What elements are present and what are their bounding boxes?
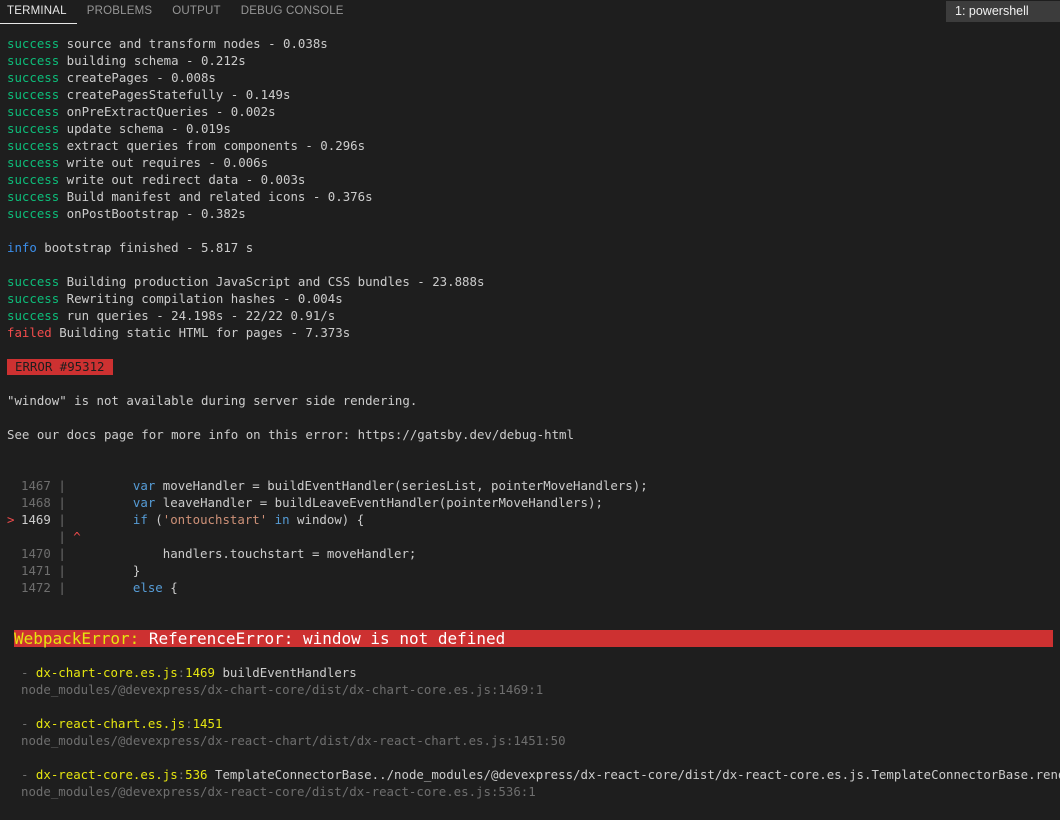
code-line-1467: 1467 | var moveHandler = buildEventHandl… — [21, 478, 648, 493]
error-line-marker-icon: > — [7, 512, 15, 527]
log-line: success write out requires - 0.006s — [7, 155, 269, 170]
log-line: success run queries - 24.198s - 22/22 0.… — [7, 308, 336, 323]
log-line: success Rewriting compilation hashes - 0… — [7, 291, 343, 306]
stack-frame: - dx-react-core.es.js:536 TemplateConnec… — [21, 767, 1060, 782]
log-line: success extract queries from components … — [7, 138, 366, 153]
code-line-1468: 1468 | var leaveHandler = buildLeaveEven… — [21, 495, 603, 510]
code-line-1470: 1470 | handlers.touchstart = moveHandler… — [21, 546, 417, 561]
error-badge-line: ERROR #95312 — [7, 358, 1060, 375]
tab-output[interactable]: OUTPUT — [162, 0, 230, 23]
code-line-1471: 1471 | } — [21, 563, 141, 578]
error-message: "window" is not available during server … — [7, 393, 418, 408]
log-line: success onPostBootstrap - 0.382s — [7, 206, 246, 221]
webpack-error-wrap: WebpackError: ReferenceError: window is … — [7, 630, 1053, 647]
stack-frame-path: node_modules/@devexpress/dx-chart-core/d… — [21, 682, 544, 697]
tab-problems[interactable]: PROBLEMS — [77, 0, 163, 23]
terminal-output[interactable]: success source and transform nodes - 0.0… — [7, 35, 1060, 630]
log-line: success createPages - 0.008s — [7, 70, 216, 85]
log-line: success Build manifest and related icons… — [7, 189, 373, 204]
stack-trace: - dx-chart-core.es.js:1469 buildEventHan… — [7, 664, 1060, 800]
error-badge: ERROR #95312 — [7, 359, 113, 375]
stack-frame: - dx-chart-core.es.js:1469 buildEventHan… — [21, 665, 357, 680]
code-caret-line: | ^ — [58, 529, 81, 544]
log-line: success source and transform nodes - 0.0… — [7, 36, 328, 51]
stack-frame-path: node_modules/@devexpress/dx-react-chart/… — [21, 733, 566, 748]
log-line: success Building production JavaScript a… — [7, 274, 485, 289]
terminal-select-dropdown[interactable]: 1: powershell — [946, 1, 1060, 22]
stack-frame: - dx-react-chart.es.js:1451 — [21, 716, 223, 731]
webpack-error-bar: WebpackError: ReferenceError: window is … — [14, 630, 1053, 647]
log-line: success building schema - 0.212s — [7, 53, 246, 68]
panel-tab-bar: TERMINAL PROBLEMS OUTPUT DEBUG CONSOLE — [0, 0, 1060, 24]
tab-terminal[interactable]: TERMINAL — [0, 0, 77, 24]
terminal-panel: TERMINAL PROBLEMS OUTPUT DEBUG CONSOLE 1… — [0, 0, 1060, 820]
docs-line: See our docs page for more info on this … — [7, 427, 574, 442]
caret-pointer: ^ — [73, 529, 81, 544]
log-line: success update schema - 0.019s — [7, 121, 231, 136]
info-line: info bootstrap finished - 5.817 s — [7, 240, 254, 255]
code-line-1469: >1469 | if ('ontouchstart' in window) { — [7, 512, 365, 527]
tab-debug-console[interactable]: DEBUG CONSOLE — [231, 0, 354, 23]
code-line-1472: 1472 | else { — [21, 580, 178, 595]
log-line: success onPreExtractQueries - 0.002s — [7, 104, 276, 119]
stack-frame-path: node_modules/@devexpress/dx-react-core/d… — [21, 784, 536, 799]
log-line: success write out redirect data - 0.003s — [7, 172, 306, 187]
failed-line: failed Building static HTML for pages - … — [7, 325, 351, 340]
log-line: success createPagesStatefully - 0.149s — [7, 87, 291, 102]
